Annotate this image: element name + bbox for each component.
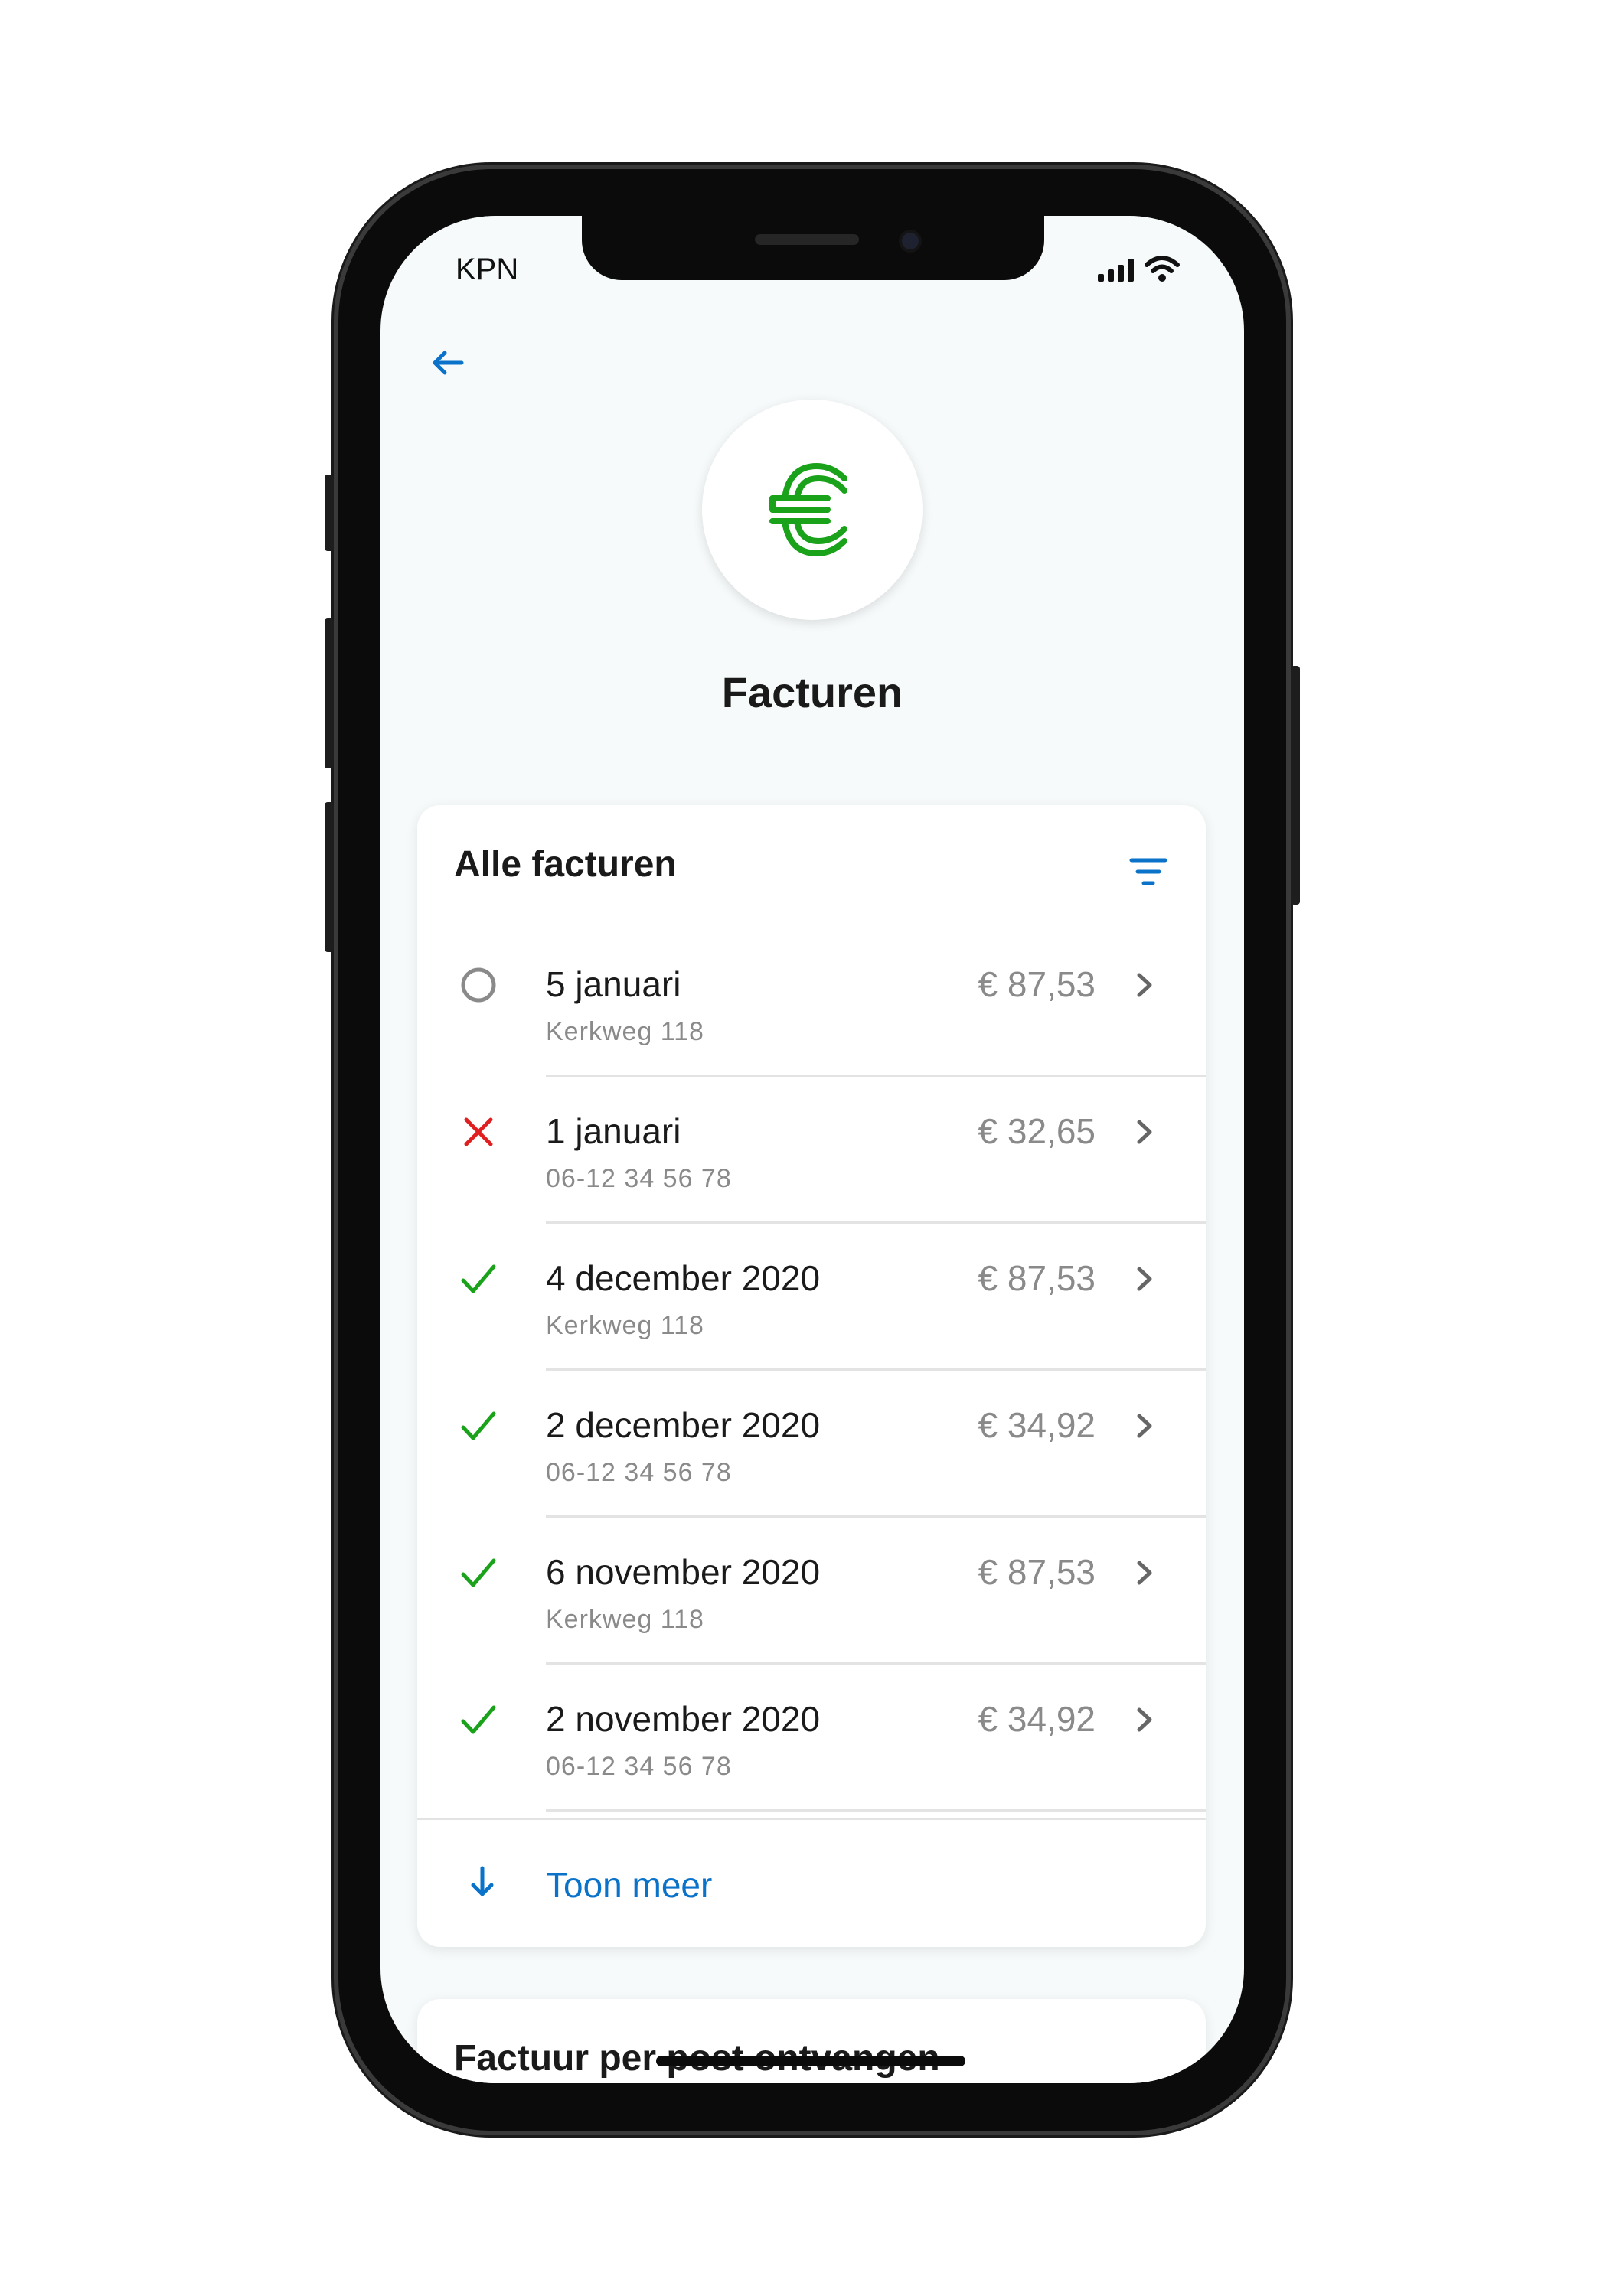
invoice-amount: € 34,92 [978,1699,1096,1739]
hero-icon-circle [702,400,923,620]
invoice-amount: € 87,53 [978,1552,1096,1592]
show-more-label: Toon meer [546,1865,713,1905]
invoice-amount: € 32,65 [978,1111,1096,1151]
invoice-row[interactable]: 4 december 2020 Kerkweg 118 € 87,53 [417,1224,1206,1371]
invoice-subtitle: 06-12 34 56 78 [546,1752,732,1781]
invoice-subtitle: 06-12 34 56 78 [546,1164,732,1193]
invoice-date: 2 december 2020 [546,1405,821,1445]
divider [546,1809,1206,1812]
checkmark-icon [456,1403,501,1449]
chevron-right-icon [1128,1409,1161,1443]
checkmark-icon [456,1697,501,1743]
invoice-row[interactable]: 6 november 2020 Kerkweg 118 € 87,53 [417,1518,1206,1665]
arrow-left-icon [433,351,464,375]
app-screen: KPN Facturen Alle facturen 5 januari Ker… [380,216,1244,2083]
chevron-right-icon [1128,1262,1161,1296]
show-more-button[interactable]: Toon meer [417,1820,1206,1947]
power-button [1291,666,1300,905]
invoice-subtitle: Kerkweg 118 [546,1017,704,1046]
invoice-row[interactable]: 1 januari 06-12 34 56 78 € 32,65 [417,1077,1206,1224]
signal-icon [1098,259,1134,282]
invoice-amount: € 87,53 [978,964,1096,1004]
page-title: Facturen [721,668,903,716]
invoice-row[interactable]: 2 november 2020 06-12 34 56 78 € 34,92 [417,1665,1206,1812]
invoice-amount: € 87,53 [978,1258,1096,1298]
arrow-down-icon [463,1863,501,1901]
invoice-row[interactable]: 5 januari Kerkweg 118 € 87,53 [417,930,1206,1077]
back-button[interactable] [425,340,471,386]
invoices-card: Alle facturen 5 januari Kerkweg 118 € 87,5… [417,805,1206,1947]
mute-switch [325,475,334,551]
invoice-amount: € 34,92 [978,1405,1096,1445]
filter-icon [1129,858,1167,885]
status-icons [1098,256,1180,282]
front-camera [902,233,919,249]
checkmark-icon [456,1256,501,1302]
chevron-right-icon [1128,1703,1161,1737]
chevron-right-icon [1128,968,1161,1002]
volume-down-button [325,802,334,952]
home-indicator[interactable] [656,2056,965,2066]
chevron-right-icon [1128,1556,1161,1590]
invoice-subtitle: 06-12 34 56 78 [546,1458,732,1487]
notch [582,216,1044,280]
invoices-card-title: Alle facturen [454,844,677,885]
invoice-date: 1 januari [546,1111,681,1151]
invoice-row[interactable]: 2 december 2020 06-12 34 56 78 € 34,92 [417,1371,1206,1518]
wifi-icon [1145,256,1180,282]
invoice-date: 4 december 2020 [546,1258,821,1298]
invoice-date: 2 november 2020 [546,1699,821,1739]
invoice-date: 6 november 2020 [546,1552,821,1592]
speaker-grill [755,234,859,245]
circle-icon [456,962,501,1008]
cross-icon [456,1109,501,1155]
chevron-right-icon [1128,1115,1161,1149]
carrier-label: KPN [456,253,519,286]
filter-button[interactable] [1122,845,1175,899]
checkmark-icon [456,1550,501,1596]
volume-up-button [325,618,334,768]
paper-invoice-card[interactable]: Factuur per post ontvangen [417,1999,1206,2083]
invoice-subtitle: Kerkweg 118 [546,1605,704,1634]
invoice-subtitle: Kerkweg 118 [546,1311,704,1340]
euro-icon [769,462,847,557]
invoice-date: 5 januari [546,964,681,1004]
